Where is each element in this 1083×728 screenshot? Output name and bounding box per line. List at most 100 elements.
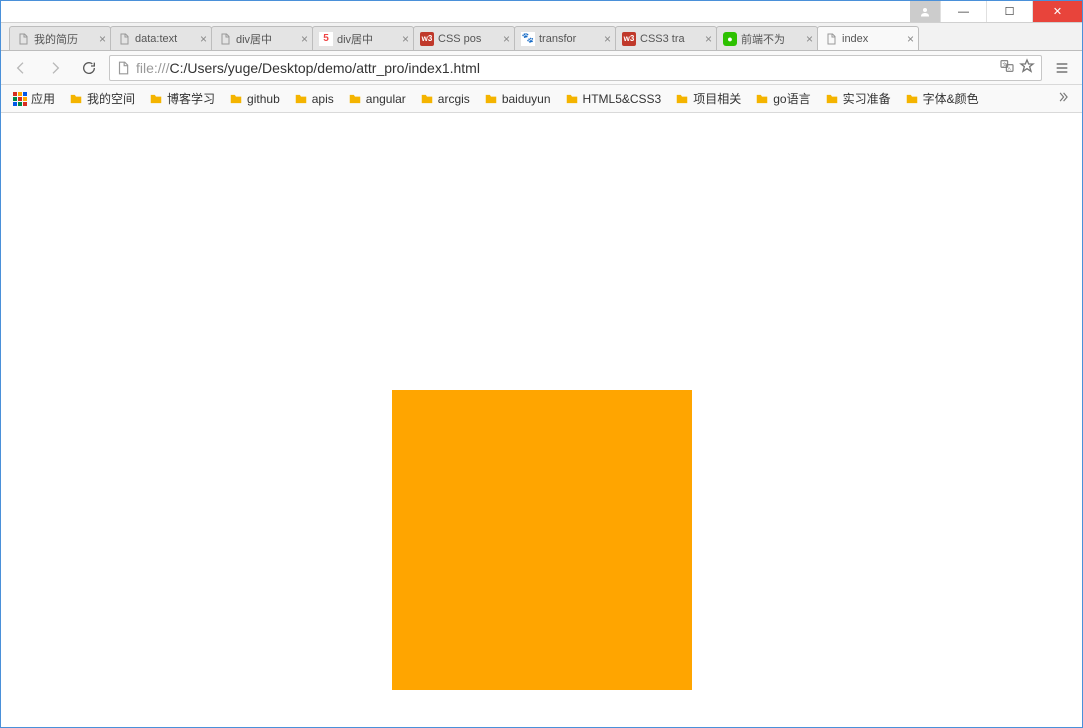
bookmark-star-icon[interactable] <box>1019 58 1035 77</box>
browser-tab[interactable]: data:text× <box>110 26 212 50</box>
svg-text:文: 文 <box>1002 61 1007 68</box>
browser-tab[interactable]: div居中× <box>211 26 313 50</box>
chrome-menu-button[interactable] <box>1048 54 1076 82</box>
window-minimize-button[interactable]: — <box>940 1 986 22</box>
html5-icon: 5 <box>319 32 333 46</box>
bookmark-folder[interactable]: 字体&颜色 <box>899 87 985 110</box>
centered-orange-square <box>392 390 692 690</box>
folder-icon <box>348 92 362 106</box>
profile-avatar-button[interactable] <box>910 1 940 22</box>
folder-icon <box>484 92 498 106</box>
omnibox-actions: 文A <box>999 58 1035 77</box>
tab-title: index <box>842 33 904 45</box>
arrow-right-icon <box>47 60 63 76</box>
bookmark-label: angular <box>366 92 406 106</box>
tab-close-button[interactable]: × <box>402 32 409 46</box>
folder-icon <box>229 92 243 106</box>
reload-icon <box>81 60 97 76</box>
folder-icon <box>420 92 434 106</box>
bookmarks-bar: 应用 我的空间 博客学习 github apis angular arcgis baiduy… <box>1 85 1082 113</box>
bookmark-label: baiduyun <box>502 92 551 106</box>
window-maximize-button[interactable]: ☐ <box>986 1 1032 22</box>
chevron-right-double-icon <box>1056 90 1070 104</box>
tab-close-button[interactable]: × <box>301 32 308 46</box>
hamburger-icon <box>1054 60 1070 76</box>
w3schools-icon: w3 <box>420 32 434 46</box>
document-icon <box>218 32 232 46</box>
svg-text:A: A <box>1008 66 1012 71</box>
tab-strip: 我的简历×data:text×div居中×5div居中×w3CSS pos×🐾t… <box>1 23 1082 51</box>
wechat-icon: ● <box>723 32 737 46</box>
document-icon <box>824 32 838 46</box>
tab-title: 我的简历 <box>34 31 96 47</box>
bookmark-label: 字体&颜色 <box>923 90 979 107</box>
tab-title: CSS3 tra <box>640 33 702 45</box>
browser-tab[interactable]: index× <box>817 26 919 50</box>
folder-icon <box>675 92 689 106</box>
browser-tab[interactable]: w3 CSS pos× <box>413 26 515 50</box>
tab-title: 前端不为 <box>741 31 803 47</box>
bookmark-folder[interactable]: 我的空间 <box>63 87 141 110</box>
browser-tab[interactable]: 5 div居中× <box>312 26 414 50</box>
bookmark-folder[interactable]: baiduyun <box>478 89 557 109</box>
tab-close-button[interactable]: × <box>604 32 611 46</box>
url-path: C:/Users/yuge/Desktop/demo/attr_pro/inde… <box>169 60 479 76</box>
tab-title: CSS pos <box>438 33 500 45</box>
tab-close-button[interactable]: × <box>907 32 914 46</box>
folder-icon <box>905 92 919 106</box>
person-icon <box>919 6 931 18</box>
bookmark-label: 博客学习 <box>167 90 215 107</box>
folder-icon <box>149 92 163 106</box>
tab-close-button[interactable]: × <box>503 32 510 46</box>
folder-icon <box>69 92 83 106</box>
url-protocol: file:/// <box>136 60 169 76</box>
window-close-button[interactable]: ✕ <box>1032 1 1082 22</box>
browser-tab[interactable]: 我的简历× <box>9 26 111 50</box>
tab-title: div居中 <box>236 31 298 47</box>
folder-icon <box>565 92 579 106</box>
tab-close-button[interactable]: × <box>200 32 207 46</box>
url-text: file:///C:/Users/yuge/Desktop/demo/attr_… <box>136 60 993 76</box>
reload-button[interactable] <box>75 54 103 82</box>
bookmark-label: arcgis <box>438 92 470 106</box>
tab-close-button[interactable]: × <box>99 32 106 46</box>
bookmark-folder[interactable]: 项目相关 <box>669 87 747 110</box>
bookmark-folder[interactable]: github <box>223 89 286 109</box>
browser-tab[interactable]: 🐾transfor× <box>514 26 616 50</box>
w3schools-icon: w3 <box>622 32 636 46</box>
bookmark-apps[interactable]: 应用 <box>7 87 61 110</box>
document-icon <box>16 32 30 46</box>
bookmark-folder[interactable]: 博客学习 <box>143 87 221 110</box>
bookmark-label: 应用 <box>31 90 55 107</box>
tab-title: div居中 <box>337 31 399 47</box>
tab-title: transfor <box>539 33 601 45</box>
folder-icon <box>825 92 839 106</box>
browser-tab[interactable]: ● 前端不为× <box>716 26 818 50</box>
bookmark-folder[interactable]: HTML5&CSS3 <box>559 89 668 109</box>
apps-icon <box>13 92 27 106</box>
address-bar[interactable]: file:///C:/Users/yuge/Desktop/demo/attr_… <box>109 55 1042 81</box>
tab-close-button[interactable]: × <box>806 32 813 46</box>
browser-tab[interactable]: w3 CSS3 tra× <box>615 26 717 50</box>
translate-icon[interactable]: 文A <box>999 58 1015 77</box>
back-button[interactable] <box>7 54 35 82</box>
forward-button[interactable] <box>41 54 69 82</box>
window-titlebar: — ☐ ✕ <box>1 1 1082 23</box>
browser-window: — ☐ ✕ 我的简历×data:text×div居中×5div居中×w3CSS … <box>0 0 1083 728</box>
tab-close-button[interactable]: × <box>705 32 712 46</box>
bookmark-folder[interactable]: angular <box>342 89 412 109</box>
bookmark-label: github <box>247 92 280 106</box>
bookmark-folder[interactable]: apis <box>288 89 340 109</box>
bookmark-label: go语言 <box>773 90 810 107</box>
bookmark-folder[interactable]: go语言 <box>749 87 816 110</box>
bookmark-label: 实习准备 <box>843 90 891 107</box>
document-icon <box>117 32 131 46</box>
tab-title: data:text <box>135 33 197 45</box>
toolbar: file:///C:/Users/yuge/Desktop/demo/attr_… <box>1 51 1082 85</box>
bookmark-label: apis <box>312 92 334 106</box>
bookmarks-overflow-button[interactable] <box>1050 90 1076 107</box>
page-viewport <box>1 113 1082 727</box>
bookmark-folder[interactable]: arcgis <box>414 89 476 109</box>
folder-icon <box>294 92 308 106</box>
bookmark-folder[interactable]: 实习准备 <box>819 87 897 110</box>
